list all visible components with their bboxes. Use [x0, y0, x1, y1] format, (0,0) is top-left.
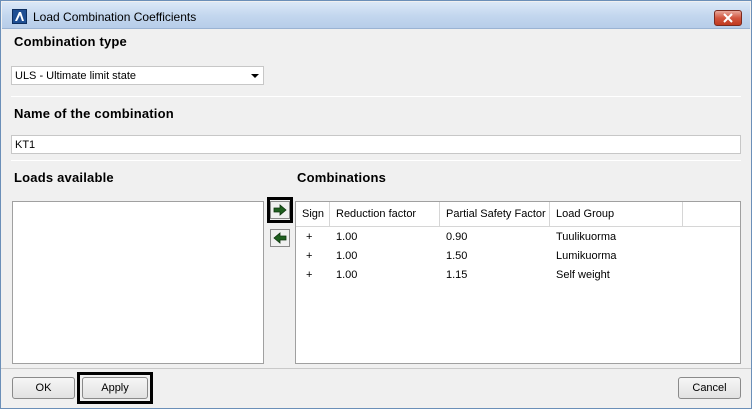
column-header-sign[interactable]: Sign: [296, 202, 330, 226]
section-divider: [11, 96, 741, 97]
cell-sign: +: [306, 269, 313, 281]
footer-divider: [1, 368, 751, 369]
combination-name-label: Name of the combination: [14, 106, 174, 121]
cell-reduction-factor: 1.00: [336, 269, 358, 281]
combination-name-field[interactable]: [11, 135, 741, 154]
remove-from-combination-button[interactable]: [270, 229, 290, 247]
section-divider: [11, 160, 741, 161]
arrow-left-icon: [273, 232, 287, 244]
arrow-right-icon: [273, 204, 287, 216]
combination-type-dropdown[interactable]: ULS - Ultimate limit state: [11, 66, 264, 85]
cell-reduction-factor: 1.00: [336, 250, 358, 262]
table-row[interactable]: + 1.00 0.90 Tuulikuorma: [296, 228, 740, 247]
window-title: Load Combination Coefficients: [33, 10, 197, 24]
close-button[interactable]: [714, 10, 742, 26]
dialog-window: Load Combination Coefficients Combinatio…: [0, 0, 752, 409]
column-header-load-group[interactable]: Load Group: [550, 202, 683, 226]
cell-partial-safety-factor: 1.15: [446, 269, 468, 281]
cell-partial-safety-factor: 1.50: [446, 250, 468, 262]
cell-sign: +: [306, 250, 313, 262]
add-to-combination-button[interactable]: [270, 201, 290, 219]
title-bar[interactable]: Load Combination Coefficients: [2, 2, 750, 29]
combinations-table[interactable]: Sign Reduction factor Partial Safety Fac…: [295, 201, 741, 364]
cell-reduction-factor: 1.00: [336, 231, 358, 243]
cell-partial-safety-factor: 0.90: [446, 231, 468, 243]
table-row[interactable]: + 1.00 1.50 Lumikuorma: [296, 247, 740, 266]
app-logo-icon: [12, 9, 27, 24]
apply-button[interactable]: Apply: [82, 377, 148, 399]
cancel-button[interactable]: Cancel: [678, 377, 741, 399]
column-header-reduction-factor[interactable]: Reduction factor: [330, 202, 440, 226]
column-header-partial-safety-factor[interactable]: Partial Safety Factor: [440, 202, 550, 226]
cell-load-group: Self weight: [556, 269, 610, 281]
ok-button[interactable]: OK: [12, 377, 75, 399]
cell-load-group: Lumikuorma: [556, 250, 617, 262]
combinations-label: Combinations: [297, 170, 387, 185]
cell-load-group: Tuulikuorma: [556, 231, 617, 243]
combination-name-input[interactable]: [12, 136, 740, 153]
combination-type-value: ULS - Ultimate limit state: [15, 70, 137, 82]
close-x-icon: [723, 13, 733, 23]
table-row[interactable]: + 1.00 1.15 Self weight: [296, 266, 740, 285]
loads-available-list[interactable]: [12, 201, 264, 364]
loads-available-label: Loads available: [14, 170, 114, 185]
combination-type-label: Combination type: [14, 34, 127, 49]
cell-sign: +: [306, 231, 313, 243]
chevron-down-icon[interactable]: [251, 74, 259, 78]
table-header: Sign Reduction factor Partial Safety Fac…: [296, 202, 740, 227]
